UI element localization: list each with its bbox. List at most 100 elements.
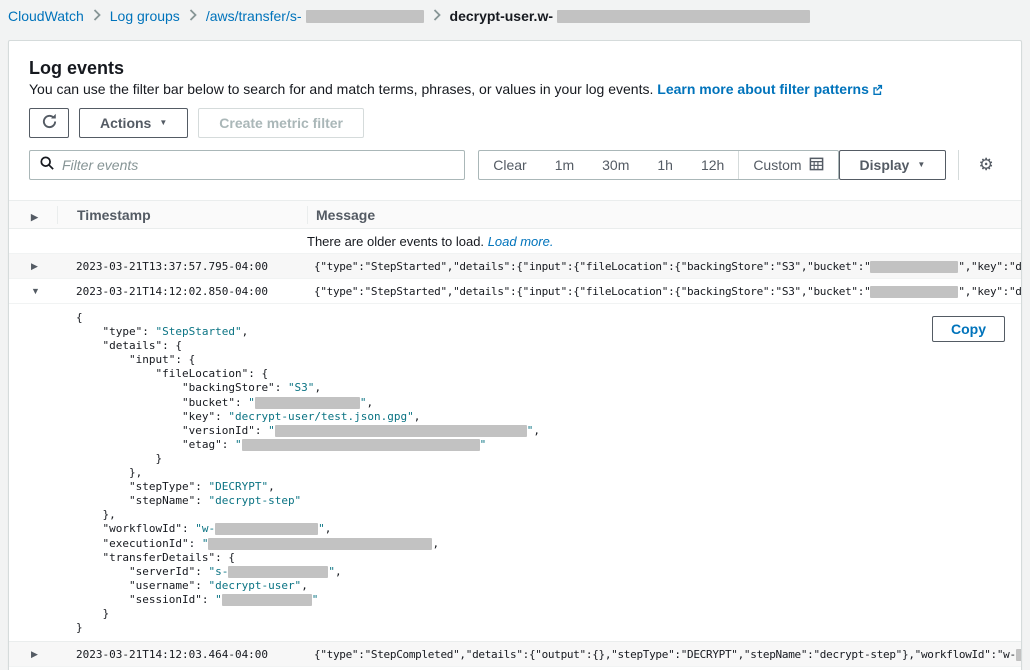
- json-text: :: [189, 537, 202, 550]
- actions-button[interactable]: Actions▼: [79, 108, 188, 138]
- json-value: ": [248, 396, 255, 409]
- json-text: },: [76, 466, 142, 479]
- event-timestamp: 2023-03-21T13:37:57.795-04:00: [57, 260, 306, 273]
- time-range-custom[interactable]: Custom: [738, 151, 837, 179]
- preferences-gear-button[interactable]: ⚙: [971, 150, 1001, 180]
- event-message: {"type":"StepCompleted","details":{"outp…: [306, 648, 1021, 661]
- json-text: [76, 494, 129, 507]
- json-key: "etag": [182, 438, 222, 451]
- redacted-text: [222, 594, 312, 606]
- expanded-event-detail: Copy { "type": "StepStarted", "details": …: [9, 304, 1021, 642]
- json-line: {: [76, 311, 901, 325]
- json-key: "workflowId": [103, 522, 182, 535]
- log-event-row[interactable]: ▶2023-03-21T14:12:03.464-04:00{"type":"S…: [9, 642, 1021, 667]
- time-range-30m[interactable]: 30m: [588, 151, 643, 179]
- load-more-link[interactable]: Load more.: [488, 234, 554, 249]
- json-value: ": [268, 424, 275, 437]
- json-text: : {: [215, 551, 235, 564]
- json-text: }: [76, 607, 109, 620]
- json-text: :: [195, 565, 208, 578]
- create-metric-filter-button[interactable]: Create metric filter: [198, 108, 364, 138]
- redacted-text: [215, 523, 318, 535]
- table-body: ▶2023-03-21T13:37:57.795-04:00{"type":"S…: [9, 254, 1021, 667]
- older-events-row: There are older events to load. Load mor…: [9, 229, 1021, 254]
- time-range-1m[interactable]: 1m: [541, 151, 588, 179]
- description-text: You can use the filter bar below to sear…: [29, 81, 653, 97]
- timestamp-column-header: Timestamp: [58, 207, 307, 223]
- json-value: "decrypt-step": [208, 494, 301, 507]
- breadcrumb-item: decrypt-user.w-: [450, 8, 810, 24]
- json-key: "stepName": [129, 494, 195, 507]
- json-line: "stepType": "DECRYPT",: [76, 480, 901, 494]
- json-text: : {: [162, 339, 182, 352]
- breadcrumb-chevron-icon: [189, 8, 197, 24]
- json-key: "username": [129, 579, 195, 592]
- json-key: "sessionId": [129, 593, 202, 606]
- json-line: "etag": "": [76, 438, 901, 452]
- gear-icon: ⚙: [978, 155, 993, 175]
- json-key: "serverId": [129, 565, 195, 578]
- json-line: "workflowId": "w-",: [76, 522, 901, 536]
- json-text: [76, 537, 103, 550]
- expand-arrow-icon[interactable]: ▶: [9, 261, 57, 272]
- json-value: "decrypt-user/test.json.gpg": [228, 410, 413, 423]
- json-line: "type": "StepStarted",: [76, 325, 901, 339]
- redacted-text: [870, 261, 958, 273]
- time-range-1h[interactable]: 1h: [643, 151, 687, 179]
- json-line: "key": "decrypt-user/test.json.gpg",: [76, 410, 901, 424]
- breadcrumb-label: CloudWatch: [8, 8, 84, 24]
- page-title: Log events: [29, 58, 1001, 78]
- copy-button[interactable]: Copy: [932, 316, 1005, 342]
- json-line: }: [76, 452, 901, 466]
- json-value: ": [312, 593, 319, 606]
- log-events-table: ▶ Timestamp Message There are older even…: [9, 200, 1021, 667]
- json-line: "executionId": ",: [76, 537, 901, 551]
- time-range-clear[interactable]: Clear: [479, 151, 540, 179]
- breadcrumb-item[interactable]: Log groups: [110, 8, 180, 24]
- chevron-down-icon: ▼: [159, 119, 167, 127]
- json-text: ,: [366, 396, 373, 409]
- chevron-down-icon: ▼: [917, 161, 925, 169]
- json-text: :: [142, 325, 155, 338]
- log-event-row[interactable]: ▼2023-03-21T14:12:02.850-04:00{"type":"S…: [9, 279, 1021, 304]
- collapse-arrow-icon[interactable]: ▼: [9, 286, 57, 296]
- time-range-12h[interactable]: 12h: [687, 151, 738, 179]
- json-text: :: [195, 480, 208, 493]
- breadcrumb-item[interactable]: CloudWatch: [8, 8, 84, 24]
- json-value: "w-: [195, 522, 215, 535]
- json-text: [76, 579, 129, 592]
- json-text: }: [76, 621, 83, 634]
- json-text: [76, 424, 182, 437]
- json-key: "transferDetails": [103, 551, 216, 564]
- json-text: :: [202, 593, 215, 606]
- json-text: [76, 396, 182, 409]
- json-value: "s-: [208, 565, 228, 578]
- filter-events-input[interactable]: [62, 157, 454, 173]
- redacted-text: [275, 425, 527, 437]
- redacted-text: [1016, 649, 1021, 661]
- json-key: "key": [182, 410, 215, 423]
- json-line: "serverId": "s-",: [76, 565, 901, 579]
- json-key: "executionId": [103, 537, 189, 550]
- redacted-text: [208, 538, 432, 550]
- refresh-button[interactable]: [29, 108, 69, 138]
- older-events-text: There are older events to load.: [307, 234, 484, 249]
- json-value: ": [318, 522, 325, 535]
- json-line: "fileLocation": {: [76, 367, 901, 381]
- log-event-row[interactable]: ▶2023-03-21T13:37:57.795-04:00{"type":"S…: [9, 254, 1021, 279]
- redacted-text: [228, 566, 328, 578]
- json-text: }: [76, 452, 162, 465]
- expand-arrow-icon[interactable]: ▶: [9, 649, 57, 660]
- filter-events-searchbox[interactable]: [29, 150, 465, 180]
- json-line: "details": {: [76, 339, 901, 353]
- json-text: ","key":"decry…: [958, 260, 1021, 273]
- breadcrumb-item[interactable]: /aws/transfer/s-: [206, 8, 424, 24]
- event-message: {"type":"StepStarted","details":{"input"…: [306, 260, 1021, 273]
- json-text: :: [275, 381, 288, 394]
- json-text: [76, 325, 103, 338]
- json-text: : {: [175, 353, 195, 366]
- learn-more-link[interactable]: Learn more about filter patterns: [657, 81, 883, 97]
- json-line: "versionId": "",: [76, 424, 901, 438]
- display-button[interactable]: Display▼: [839, 150, 947, 180]
- json-text: : {: [248, 367, 268, 380]
